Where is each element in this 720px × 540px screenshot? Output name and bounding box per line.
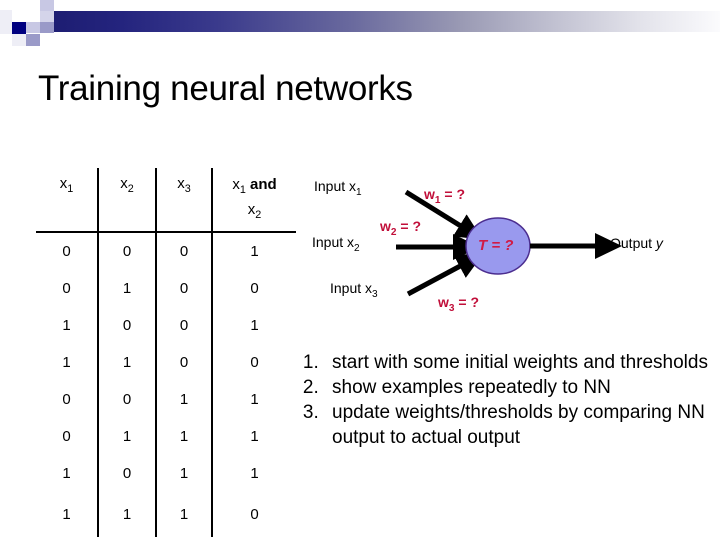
table-cell: 0 <box>36 418 99 455</box>
table-cell: 0 <box>156 344 213 381</box>
table-row: 1011 <box>36 455 296 492</box>
table-cell: 1 <box>250 428 259 445</box>
table-cell: 1 <box>156 455 213 492</box>
subscript: 2 <box>255 209 262 221</box>
header-line-1: x1 and <box>232 176 277 196</box>
table-row: 1100 <box>36 344 296 381</box>
table-cell: 1 <box>36 307 99 344</box>
w2-value: = ? <box>396 218 422 234</box>
truth-table-grid: x1 x2 x3 x1 and x2 000101001001110000110… <box>36 168 296 537</box>
table-cell: 1 <box>36 492 99 537</box>
label-output-y: Output y <box>610 235 663 251</box>
step-item: start with some initial weights and thre… <box>324 350 708 375</box>
column-header-x2: x2 <box>98 168 157 233</box>
table-cell: 0 <box>36 270 99 307</box>
table-cell: 0 <box>156 307 213 344</box>
table-cell: 0 <box>98 381 157 418</box>
table-cell: 1 <box>36 344 99 381</box>
table-body: 00010100100111000011011110111110 <box>36 232 296 537</box>
decor-square-4 <box>26 22 40 33</box>
w3-text: w <box>438 294 449 310</box>
table-header-row: x1 x2 x3 x1 and x2 <box>36 168 296 233</box>
table-cell: 1 <box>98 344 157 381</box>
w1-value: = ? <box>440 186 466 202</box>
label-weight-w3: w3 = ? <box>438 294 479 314</box>
output-prefix: Output <box>610 235 656 251</box>
w3-value: = ? <box>454 294 480 310</box>
slide-header-decoration <box>0 0 720 46</box>
table-cell: 0 <box>36 381 99 418</box>
neuron-threshold-label: T = ? <box>478 237 514 254</box>
subscript: 2 <box>354 242 360 254</box>
table-cell: 0 <box>36 232 99 270</box>
decor-square-2 <box>40 0 54 11</box>
output-variable: y <box>655 235 663 251</box>
subscript: 2 <box>127 183 134 195</box>
input3-text: Input x <box>330 280 373 296</box>
table-cell: 1 <box>156 492 213 537</box>
table-cell: 0 <box>98 232 157 270</box>
table-cell: 1 <box>250 465 259 482</box>
subscript: 3 <box>184 183 191 195</box>
label-input-x3: Input x3 <box>330 280 378 300</box>
table-header: x1 x2 x3 x1 and x2 <box>36 168 296 233</box>
truth-table: x1 x2 x3 x1 and x2 000101001001110000110… <box>36 168 296 537</box>
page-title: Training neural networks <box>38 69 413 108</box>
decor-square-7 <box>26 34 40 46</box>
table-row: 0011 <box>36 381 296 418</box>
table-cell: 1 <box>250 317 259 334</box>
table-cell: 1 <box>250 391 259 408</box>
table-row: 1110 <box>36 492 296 537</box>
table-cell: 1 <box>156 381 213 418</box>
and-operator: and <box>250 176 277 193</box>
input2-text: Input x <box>312 234 355 250</box>
table-cell: 0 <box>250 354 259 371</box>
label-weight-w1: w1 = ? <box>424 186 465 206</box>
decor-square-1 <box>26 10 40 22</box>
column-header-x3: x3 <box>156 168 213 233</box>
table-cell: 1 <box>98 492 157 537</box>
subscript: 1 <box>67 183 74 195</box>
table-cell: 1 <box>98 418 157 455</box>
table-cell: 0 <box>98 307 157 344</box>
subscript: 3 <box>372 288 378 300</box>
decor-square-5 <box>40 22 54 33</box>
column-header-x1-and-x2: x1 and x2 <box>212 168 296 233</box>
table-cell: 0 <box>156 270 213 307</box>
training-steps: start with some initial weights and thre… <box>288 350 708 450</box>
table-row: 1001 <box>36 307 296 344</box>
column-header-x1: x1 <box>36 168 99 233</box>
table-row: 0001 <box>36 232 296 270</box>
decor-square-8 <box>0 10 12 34</box>
label-weight-w2: w2 = ? <box>380 218 421 238</box>
table-cell: 0 <box>98 455 157 492</box>
label-input-x2: Input x2 <box>312 234 360 254</box>
header-gradient-bar <box>40 11 720 32</box>
w1-text: w <box>424 186 435 202</box>
arrow-input3 <box>406 253 484 297</box>
table-cell: 0 <box>250 280 259 297</box>
decor-square-6 <box>12 34 26 46</box>
step-item: show examples repeatedly to NN <box>324 375 708 400</box>
table-cell: 1 <box>156 418 213 455</box>
step-item: update weights/thresholds by comparing N… <box>324 400 708 450</box>
input1-text: Input x <box>314 178 357 194</box>
header-line-2: x2 <box>247 201 262 221</box>
steps-list: start with some initial weights and thre… <box>288 350 708 450</box>
table-row: 0100 <box>36 270 296 307</box>
table-cell: 1 <box>98 270 157 307</box>
w2-text: w <box>380 218 391 234</box>
decor-square-3 <box>40 11 54 22</box>
table-row: 0111 <box>36 418 296 455</box>
table-cell: 0 <box>156 232 213 270</box>
decor-square-9 <box>54 0 64 11</box>
table-cell: 1 <box>250 243 259 260</box>
subscript: 1 <box>239 184 246 196</box>
decor-square-0 <box>12 22 26 34</box>
table-cell: 0 <box>250 506 259 523</box>
subscript: 1 <box>356 186 362 198</box>
table-cell: 1 <box>36 455 99 492</box>
neuron-diagram: Input x1 Input x2 Input x3 w1 = ? w2 = ?… <box>312 166 720 326</box>
label-input-x1: Input x1 <box>314 178 362 198</box>
